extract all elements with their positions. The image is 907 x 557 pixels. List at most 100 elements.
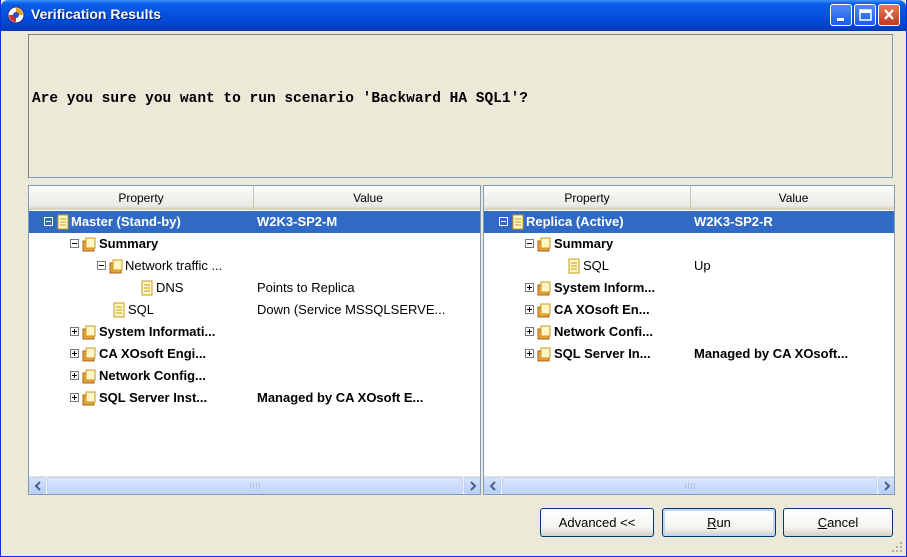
tree-row-system-information[interactable]: System Inform... [484, 277, 894, 299]
scroll-right-icon [884, 481, 891, 491]
value-label: Managed by CA XOsoft E... [257, 390, 424, 405]
cancel-button[interactable]: Cancel [783, 508, 893, 537]
tree-row-sql[interactable]: SQL Down (Service MSSQLSERVE... [29, 299, 480, 321]
scroll-thumb[interactable] [502, 477, 877, 494]
close-button[interactable] [878, 4, 900, 26]
property-folder-icon [537, 303, 551, 318]
property-page-icon [512, 214, 524, 230]
property-label: CA XOsoft En... [554, 302, 650, 317]
horizontal-scrollbar[interactable] [29, 476, 480, 494]
property-folder-icon [82, 237, 96, 252]
tree-row-summary[interactable]: Summary [29, 233, 480, 255]
window-title: Verification Results [31, 6, 161, 22]
master-property-grid[interactable]: Property Value Master (Stand-by) W2K3-SP… [28, 185, 481, 495]
column-header-property[interactable]: Property [484, 186, 691, 210]
property-folder-icon [82, 391, 96, 406]
property-folder-icon [109, 259, 123, 274]
tree-row-network-traffic[interactable]: Network traffic ... [29, 255, 480, 277]
property-label: SQL Server Inst... [99, 390, 208, 405]
property-folder-icon [537, 281, 551, 296]
horizontal-scrollbar[interactable] [484, 476, 894, 494]
value-label: W2K3-SP2-M [257, 214, 338, 229]
property-label: System Informati... [99, 324, 216, 339]
property-label: SQL [583, 258, 610, 273]
tree-row-ca-xosoft-engine[interactable]: CA XOsoft Engi... [29, 343, 480, 365]
column-header-value[interactable]: Value [691, 186, 894, 210]
expand-toggle[interactable] [525, 283, 534, 292]
collapse-toggle[interactable] [70, 239, 79, 248]
tree-row-replica[interactable]: Replica (Active) W2K3-SP2-R [484, 211, 894, 233]
expand-toggle[interactable] [70, 327, 79, 336]
tree-row-sql-server-instance[interactable]: SQL Server In... Managed by CA XOsoft... [484, 343, 894, 365]
minimize-button[interactable] [830, 4, 852, 26]
title-bar[interactable]: Verification Results [1, 0, 906, 31]
value-label: Points to Replica [257, 280, 355, 295]
tree-row-sql[interactable]: SQL Up [484, 255, 894, 277]
tree-row-network-config[interactable]: Network Config... [29, 365, 480, 387]
column-header-value[interactable]: Value [254, 186, 480, 210]
value-label: Down (Service MSSQLSERVE... [257, 302, 446, 317]
scroll-right-button[interactable] [464, 477, 480, 494]
property-label: Replica (Active) [526, 214, 624, 229]
tree-row-dns[interactable]: DNS Points to Replica [29, 277, 480, 299]
property-page-icon [568, 258, 580, 274]
minimize-icon [837, 18, 844, 21]
property-folder-icon [82, 325, 96, 340]
property-label: CA XOsoft Engi... [99, 346, 207, 361]
property-label: SQL Server In... [554, 346, 651, 361]
property-label: SQL [128, 302, 155, 317]
scroll-left-button[interactable] [29, 477, 46, 494]
property-label: Network Config... [99, 368, 206, 383]
expand-toggle[interactable] [70, 349, 79, 358]
maximize-button[interactable] [854, 4, 876, 26]
scroll-left-icon [489, 481, 496, 491]
run-label: un [716, 515, 731, 530]
advanced-button[interactable]: Advanced << [540, 508, 654, 537]
property-folder-icon [82, 347, 96, 362]
expand-toggle[interactable] [525, 349, 534, 358]
close-icon [884, 9, 894, 20]
tree-row-network-config[interactable]: Network Confi... [484, 321, 894, 343]
expand-toggle[interactable] [525, 305, 534, 314]
value-label: Managed by CA XOsoft... [694, 346, 849, 361]
scroll-right-button[interactable] [878, 477, 894, 494]
expand-toggle[interactable] [525, 327, 534, 336]
property-label: Network traffic ... [125, 258, 223, 273]
tree-row-sql-server-instance[interactable]: SQL Server Inst... Managed by CA XOsoft … [29, 387, 480, 409]
run-button[interactable]: Run [662, 508, 776, 537]
property-label: Summary [99, 236, 159, 251]
property-folder-icon [537, 347, 551, 362]
expand-toggle[interactable] [70, 393, 79, 402]
cancel-label: ancel [827, 515, 859, 530]
scroll-thumb[interactable] [47, 477, 463, 494]
tree-row-master[interactable]: Master (Stand-by) W2K3-SP2-M [29, 211, 480, 233]
property-page-icon [57, 214, 69, 230]
resize-grip-icon[interactable] [891, 541, 903, 553]
property-page-icon [113, 302, 125, 318]
cancel-accelerator: C [817, 515, 828, 530]
property-page-icon [141, 280, 153, 296]
property-label: Master (Stand-by) [71, 214, 181, 229]
scroll-left-button[interactable] [484, 477, 501, 494]
collapse-toggle[interactable] [97, 261, 106, 270]
verification-results-window: Verification Results Are you sure you wa… [0, 0, 907, 557]
scroll-left-icon [34, 481, 41, 491]
tree-row-system-information[interactable]: System Informati... [29, 321, 480, 343]
property-folder-icon [537, 325, 551, 340]
app-icon [7, 6, 25, 24]
collapse-toggle[interactable] [499, 217, 508, 226]
property-folder-icon [537, 237, 551, 252]
expand-toggle[interactable] [70, 371, 79, 380]
question-box: Are you sure you want to run scenario 'B… [28, 34, 893, 178]
tree-row-ca-xosoft-engine[interactable]: CA XOsoft En... [484, 299, 894, 321]
property-label: DNS [156, 280, 184, 295]
value-label: W2K3-SP2-R [694, 214, 773, 229]
replica-property-grid[interactable]: Property Value Replica (Active) W2K3-SP2… [483, 185, 895, 495]
question-text: Are you sure you want to run scenario 'B… [32, 91, 528, 107]
tree-row-summary[interactable]: Summary [484, 233, 894, 255]
column-header-property[interactable]: Property [29, 186, 254, 210]
property-label: Summary [554, 236, 614, 251]
collapse-toggle[interactable] [44, 217, 53, 226]
property-label: System Inform... [554, 280, 656, 295]
collapse-toggle[interactable] [525, 239, 534, 248]
